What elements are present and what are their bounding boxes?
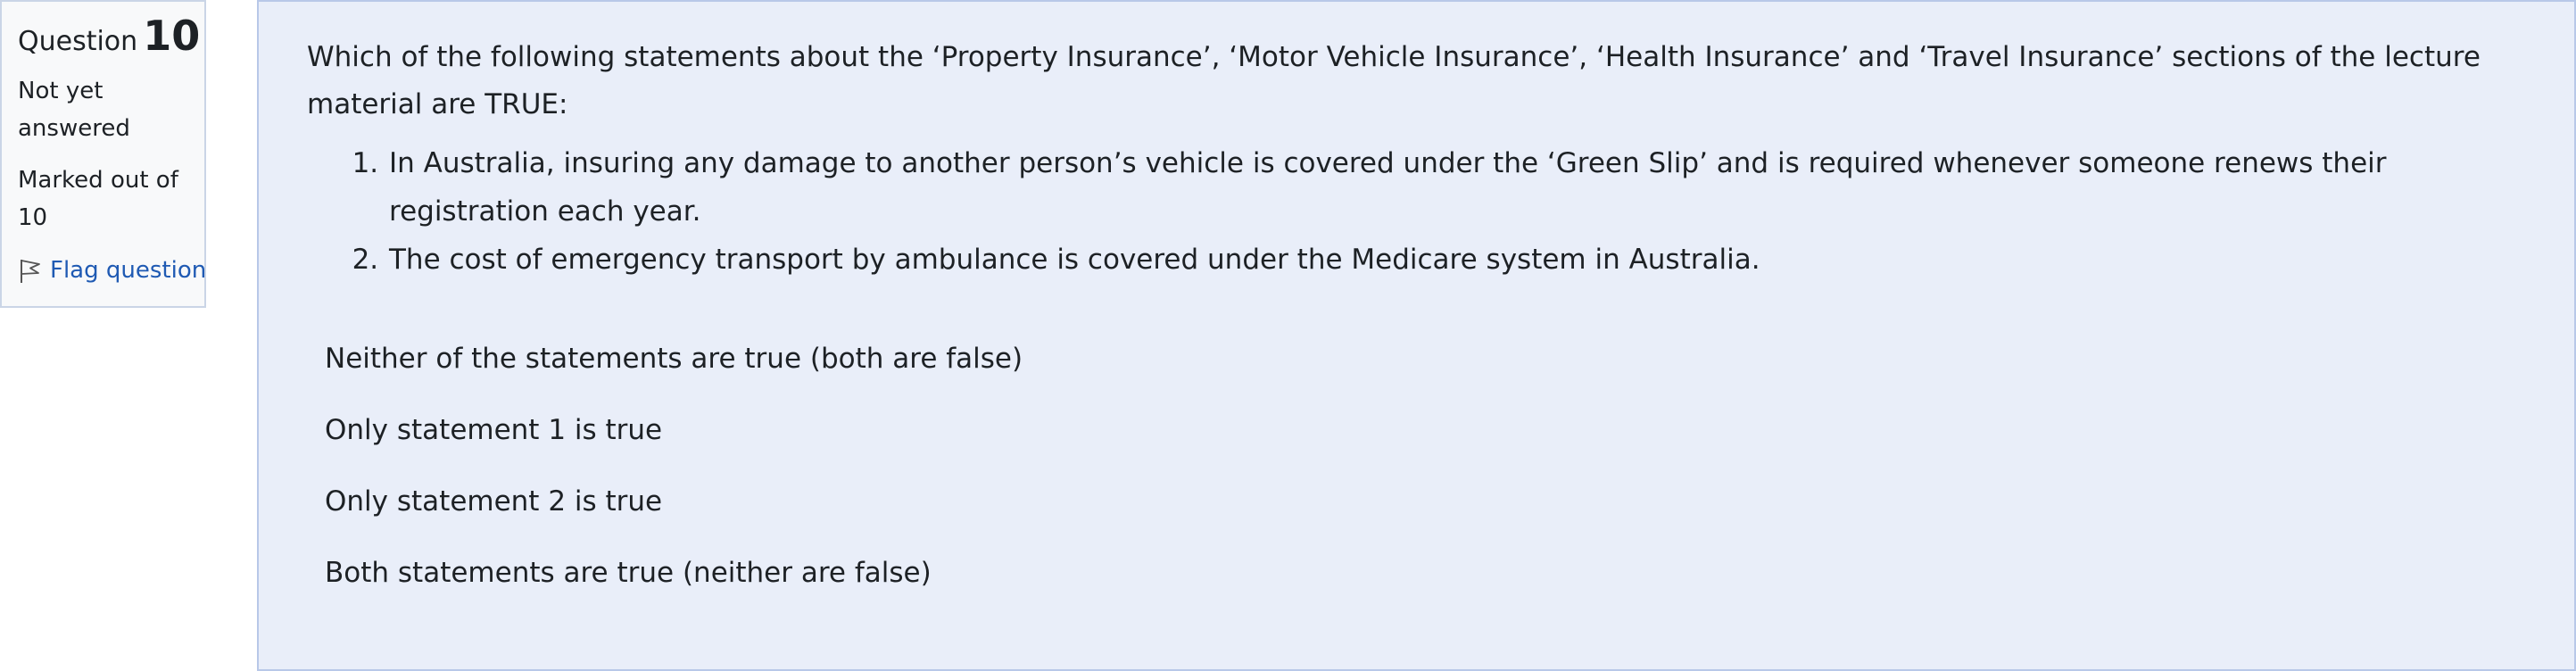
question-label: Question: [18, 26, 138, 57]
statement-item: The cost of emergency transport by ambul…: [387, 236, 2539, 284]
flag-question-label: Flag question: [50, 257, 207, 284]
answer-label: Only statement 1 is true: [325, 414, 663, 446]
question-number: 10: [143, 12, 201, 60]
answer-option-1[interactable]: Neither of the statements are true (both…: [307, 323, 2539, 394]
answer-option-3[interactable]: Only statement 2 is true: [307, 466, 2539, 537]
answer-label: Only statement 2 is true: [325, 485, 663, 518]
question-grade: Marked out of 10: [18, 167, 178, 231]
answer-option-4[interactable]: Both statements are true (neither are fa…: [307, 537, 2539, 609]
question-heading: Question 10: [18, 12, 204, 65]
flag-icon: [18, 257, 43, 284]
question-state: Not yet answered: [18, 78, 130, 142]
answer-label: Neither of the statements are true (both…: [325, 343, 1023, 375]
flag-question-link[interactable]: Flag question: [18, 253, 207, 288]
statement-list: In Australia, insuring any damage to ano…: [307, 139, 2539, 284]
answer-label: Both statements are true (neither are fa…: [325, 557, 932, 589]
statement-item: In Australia, insuring any damage to ano…: [387, 139, 2539, 236]
answer-options: Neither of the statements are true (both…: [307, 323, 2539, 609]
question-text: Which of the following statements about …: [307, 41, 2481, 120]
answer-option-2[interactable]: Only statement 1 is true: [307, 394, 2539, 466]
question-info-panel: Question 10 Not yet answered Marked out o…: [0, 0, 206, 308]
question-content: Which of the following statements about …: [257, 0, 2576, 671]
